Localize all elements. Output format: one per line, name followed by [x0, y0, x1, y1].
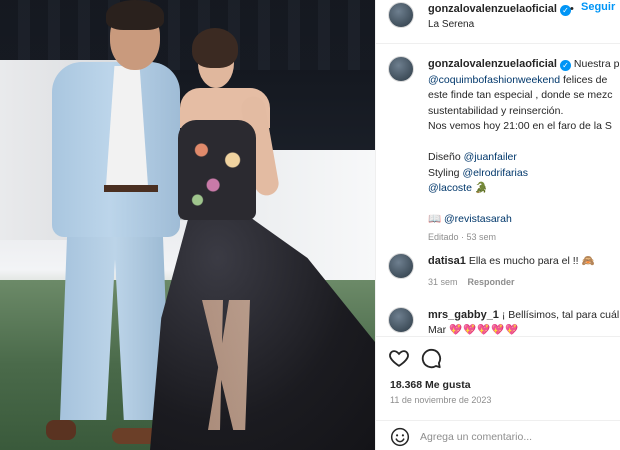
commenter-username[interactable]: mrs_gabby_1 — [428, 309, 499, 321]
header-separator: • — [570, 3, 574, 15]
comments-section[interactable]: gonzalovalenzuelaoficial ✓ Nuestra p @coq… — [376, 45, 620, 335]
heart-icon[interactable] — [388, 347, 410, 369]
post-caption: gonzalovalenzuelaoficial ✓ Nuestra p @coq… — [428, 57, 620, 245]
man-belt — [104, 185, 158, 192]
post-location[interactable]: La Serena — [428, 19, 474, 30]
styling-label: Styling — [428, 166, 463, 179]
comment-text: ¡ Bellísimos, tal para cuál — [498, 309, 620, 321]
mention-elrodrifarias[interactable]: @elrodrifarias — [462, 167, 528, 179]
comment-time: 31 sem — [428, 277, 458, 287]
commenter-avatar[interactable] — [388, 253, 414, 279]
post-header: gonzalovalenzuelaoficial ✓ • Seguir La Se… — [376, 0, 620, 44]
man-hair — [106, 0, 164, 30]
caption-text-4: sustentabilidad y reinserción. — [428, 104, 564, 117]
caption-username[interactable]: gonzalovalenzuelaoficial — [428, 58, 557, 70]
author-username[interactable]: gonzalovalenzuelaoficial ✓ — [428, 3, 571, 16]
post-side-panel: gonzalovalenzuelaoficial ✓ • Seguir La Se… — [375, 0, 620, 450]
commenter-username[interactable]: datisa1 — [428, 255, 466, 267]
mention-lacoste[interactable]: @lacoste — [428, 182, 472, 194]
caption-text-3: este finde tan especial , donde se mezc — [428, 89, 613, 101]
comment-icon[interactable] — [420, 347, 442, 369]
caption-author-avatar[interactable] — [388, 56, 414, 82]
design-label: Diseño — [428, 151, 464, 163]
magazine-emoji-icon: 📖 — [428, 213, 442, 225]
emoji-smiley-icon[interactable] — [390, 427, 410, 447]
mention-juanfailer[interactable]: @juanfailer — [464, 151, 517, 163]
verified-badge-icon: ✓ — [559, 60, 571, 71]
author-username-text[interactable]: gonzalovalenzuelaoficial — [428, 3, 557, 15]
caption-text-5: Nos vemos hoy 21:00 en el faro de la S — [428, 120, 612, 132]
add-comment-input[interactable] — [420, 427, 615, 447]
woman-floral-bodice — [178, 120, 256, 220]
likes-count[interactable]: 18.368 Me gusta — [390, 379, 471, 391]
caption-text-2: felices de — [560, 73, 608, 86]
mention-coquimbofashionweekend[interactable]: @coquimbofashionweekend — [428, 74, 560, 86]
add-comment-bar — [376, 420, 620, 450]
comment-text: Ella es mucho para el !! 🙈 — [465, 255, 595, 267]
mention-revistasarah[interactable]: @revistasarah — [444, 213, 512, 225]
crocodile-emoji-icon: 🐊 — [474, 182, 488, 194]
comment-text-line2: Mar — [428, 324, 449, 335]
author-avatar[interactable] — [388, 2, 414, 28]
reply-button[interactable]: Responder — [468, 277, 515, 287]
caption-text-1: Nuestra p — [570, 58, 620, 70]
follow-button[interactable]: Seguir — [581, 1, 615, 13]
commenter-avatar[interactable] — [388, 307, 414, 333]
hearts-emoji-icon: 💖💖💖💖💖 — [449, 324, 520, 335]
caption-edited-meta: Editado · 53 sem — [428, 231, 497, 242]
woman-hair — [192, 28, 238, 68]
post-photo[interactable] — [0, 0, 375, 450]
post-date: 11 de noviembre de 2023 — [390, 395, 492, 405]
man-shoe-left — [46, 420, 76, 440]
